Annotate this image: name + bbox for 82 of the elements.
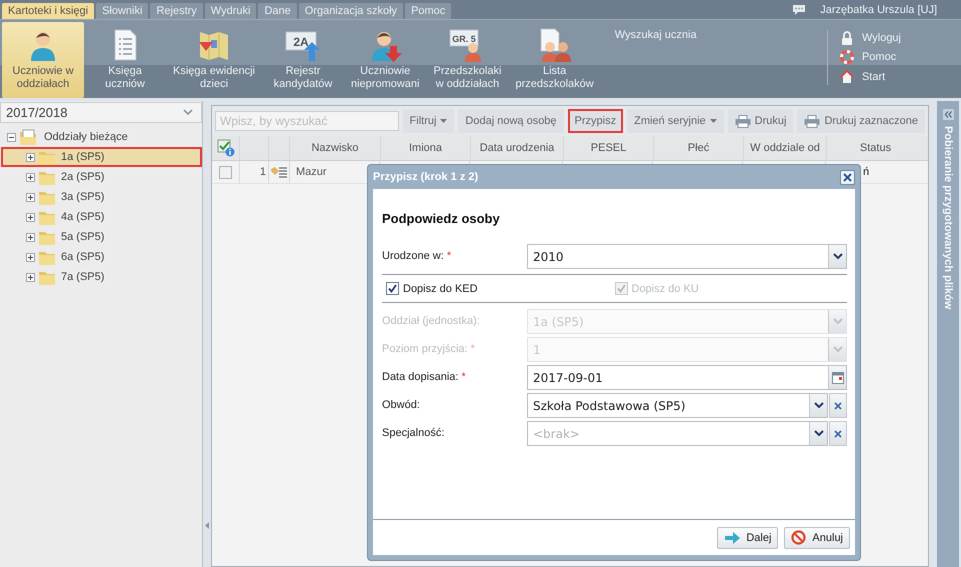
- ribbon-button[interactable]: Uczniowie niepromowani: [344, 22, 426, 98]
- close-icon: [834, 430, 842, 438]
- dialog-button[interactable]: Anuluj: [784, 526, 850, 548]
- chat-icon: [792, 4, 806, 16]
- menu-tab[interactable]: Kartoteki i księgi: [2, 3, 94, 19]
- table-cell: Mazur: [296, 166, 327, 178]
- tree-item[interactable]: Oddziały bieżące: [42, 131, 128, 143]
- dropdown-arrow-icon: [710, 119, 717, 123]
- row-checkbox[interactable]: [219, 166, 232, 178]
- dropdown-arrow-icon: [440, 119, 448, 123]
- ribbon-button[interactable]: Księga ewidencji dzieci: [166, 22, 262, 98]
- tree-item[interactable]: 3a (SP5): [1, 187, 202, 207]
- ribbon-button[interactable]: Księga uczniów: [84, 22, 166, 98]
- open-folder-icon: [19, 128, 39, 146]
- tree-item[interactable]: 6a (SP5): [1, 247, 202, 267]
- header-link[interactable]: Start: [840, 68, 901, 85]
- search-field[interactable]: Wpisz, by wyszukać: [215, 111, 399, 131]
- chevron-down-icon: [814, 402, 824, 409]
- collapse-left-icon: [205, 522, 209, 529]
- toolbar-button[interactable]: Dodaj nową osobę: [458, 109, 564, 133]
- column-header[interactable]: Nazwisko: [290, 136, 381, 160]
- column-header[interactable]: Płeć: [654, 136, 744, 160]
- year-select[interactable]: 2017/2018: [0, 102, 202, 123]
- lock-icon: [840, 31, 854, 46]
- combo-field[interactable]: Szkoła Podstawowa (SP5): [527, 393, 828, 418]
- chevron-down-icon: [832, 346, 842, 353]
- panel-title: Pobieranie przygotowanych plików: [942, 126, 954, 310]
- checkbox-icon: [614, 282, 628, 295]
- chevron-down-icon: [183, 108, 193, 116]
- toolbar-button[interactable]: Zmień seryjnie: [627, 109, 724, 133]
- field-label: Specjalność:: [382, 426, 446, 441]
- checkbox[interactable]: Dopisz do KED: [386, 282, 614, 295]
- tree-item[interactable]: 1a (SP5): [1, 147, 202, 167]
- column-header[interactable]: W oddziale od: [744, 136, 827, 160]
- dialog-button[interactable]: Dalej: [717, 526, 778, 548]
- field-label: Data dopisania: *: [382, 370, 467, 385]
- field-label: Poziom przyjścia: *: [382, 342, 476, 357]
- ribbon-button[interactable]: 2A Rejestr kandydatów: [262, 22, 344, 98]
- toolbar-button[interactable]: Drukuj zaznaczone: [797, 109, 925, 133]
- lifebuoy-icon: [840, 50, 854, 64]
- toolbar-button[interactable]: Przypisz: [568, 109, 624, 133]
- ribbon-button[interactable]: GR. 5 Przedszkolaki w oddziałach: [426, 22, 508, 98]
- home-icon: [840, 70, 854, 84]
- tag-list-icon: [270, 166, 288, 178]
- printer-icon: [804, 114, 820, 128]
- clear-button[interactable]: [829, 421, 847, 446]
- checkbox-icon: [386, 282, 399, 295]
- field-label: Urodzone w: *: [382, 249, 452, 264]
- toolbar-button[interactable]: Filtruj: [402, 109, 454, 133]
- date-field[interactable]: 2017-09-01: [527, 365, 847, 390]
- row-number: 1: [260, 166, 266, 178]
- close-button[interactable]: [840, 170, 855, 184]
- tree-item[interactable]: 7a (SP5): [1, 267, 202, 287]
- dialog-title: Przypisz (krok 1 z 2): [373, 171, 478, 183]
- user-name: Jarzębatka Urszula [UJ]: [820, 4, 937, 16]
- close-icon: [843, 172, 852, 182]
- column-header[interactable]: Imiona: [381, 136, 471, 160]
- column-header[interactable]: Status: [827, 136, 924, 160]
- tree-item[interactable]: 5a (SP5): [1, 227, 202, 247]
- table-cell: ń: [863, 166, 870, 178]
- check-info-icon: [216, 139, 234, 157]
- close-icon: [834, 402, 842, 410]
- printer-icon: [734, 114, 751, 128]
- chevron-down-icon: [832, 253, 842, 260]
- arrow-right-icon: [724, 532, 740, 544]
- ribbon-button[interactable]: Lista przedszkolaków: [508, 22, 601, 98]
- calendar-icon: [832, 372, 844, 384]
- tree-item[interactable]: 4a (SP5): [1, 207, 202, 227]
- cancel-icon: [791, 530, 806, 545]
- toolbar-button[interactable]: Drukuj: [728, 109, 794, 133]
- chevron-down-icon: [814, 430, 824, 437]
- form-heading: Podpowiedz osoby: [382, 211, 501, 226]
- field-label: Obwód:: [382, 398, 421, 413]
- ribbon-button[interactable]: Uczniowie w oddziałach: [2, 22, 84, 98]
- column-header[interactable]: PESEL: [564, 136, 654, 160]
- column-header[interactable]: Data urodzenia: [471, 136, 564, 160]
- clear-button[interactable]: [829, 393, 847, 418]
- chevron-down-icon: [832, 318, 842, 325]
- tree-item[interactable]: 2a (SP5): [1, 167, 202, 187]
- expand-left-icon: [942, 109, 954, 120]
- select-field[interactable]: 2010: [527, 244, 847, 269]
- field-label: Oddział (jednostka):: [382, 314, 481, 329]
